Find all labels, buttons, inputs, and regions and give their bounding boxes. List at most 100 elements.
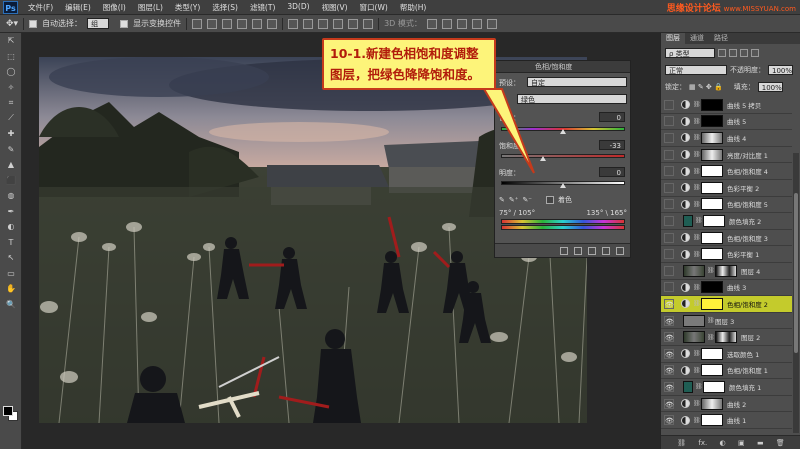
blend-mode-dropdown[interactable]: 正常 bbox=[665, 64, 727, 75]
tool-button[interactable]: ◍ bbox=[0, 188, 22, 204]
align-center-icon[interactable] bbox=[252, 18, 263, 29]
tool-button[interactable]: ◯ bbox=[0, 64, 22, 80]
tool-button[interactable]: ⬚ bbox=[0, 49, 22, 65]
auto-select-checkbox[interactable] bbox=[29, 19, 38, 28]
tool-button[interactable]: ▭ bbox=[0, 266, 22, 282]
layer-mask-thumbnail[interactable] bbox=[701, 98, 723, 111]
layer-name[interactable]: 选取颜色 1 bbox=[727, 349, 759, 359]
layer-name[interactable]: 曲线 4 bbox=[727, 133, 746, 143]
visibility-eye-icon[interactable] bbox=[664, 182, 674, 193]
menu-item[interactable]: 编辑(E) bbox=[59, 2, 97, 13]
preset-dropdown[interactable]: 自定 bbox=[527, 77, 627, 87]
eyedropper-plus-icon[interactable]: ✎⁺ bbox=[509, 196, 519, 204]
drag-3d-icon[interactable] bbox=[456, 18, 467, 29]
layer-row[interactable]: ⛓ 曲线 5 bbox=[661, 114, 792, 131]
opacity-field[interactable]: 100% bbox=[768, 64, 794, 75]
lightness-slider-thumb[interactable] bbox=[560, 183, 566, 188]
layer-mask-thumbnail[interactable] bbox=[703, 214, 725, 227]
visibility-eye-icon[interactable] bbox=[664, 116, 674, 127]
layer-mask-thumbnail[interactable] bbox=[701, 181, 723, 194]
tool-button[interactable]: ✎ bbox=[0, 142, 22, 158]
visibility-eye-icon[interactable] bbox=[664, 282, 674, 293]
layers-tab[interactable]: 通道 bbox=[685, 33, 709, 44]
layer-name[interactable]: 色彩平衡 1 bbox=[727, 249, 759, 259]
mask-link-icon[interactable]: ⛓ bbox=[693, 101, 701, 108]
mask-link-icon[interactable]: ⛓ bbox=[693, 118, 701, 125]
clip-to-layer-icon[interactable] bbox=[560, 246, 568, 255]
layer-row[interactable]: 👁 ⛓ 色相/饱和度 1 bbox=[661, 363, 792, 380]
visibility-eye-icon[interactable] bbox=[664, 215, 674, 226]
move-tool-icon[interactable]: ✥▾ bbox=[6, 19, 18, 29]
mask-link-icon[interactable]: ⛓ bbox=[693, 284, 701, 291]
colorize-checkbox[interactable] bbox=[546, 196, 554, 204]
mask-link-icon[interactable]: ⛓ bbox=[695, 217, 703, 224]
distribute-top-icon[interactable] bbox=[288, 18, 299, 29]
layer-name[interactable]: 曲线 5 bbox=[727, 116, 746, 126]
layer-row[interactable]: 👁 ⛓ 曲线 1 bbox=[661, 412, 792, 429]
layer-name[interactable]: 图层 3 bbox=[715, 316, 734, 326]
layers-tab[interactable]: 路径 bbox=[709, 33, 733, 44]
tool-button[interactable]: ✧ bbox=[0, 80, 22, 96]
range-bar-top[interactable] bbox=[501, 219, 625, 224]
tool-button[interactable]: ▲ bbox=[0, 157, 22, 173]
visibility-eye-icon[interactable] bbox=[664, 149, 674, 160]
delete-icon[interactable] bbox=[616, 246, 624, 255]
layer-row[interactable]: ⛓ 颜色填充 2 bbox=[661, 213, 792, 230]
filter-type-icon[interactable] bbox=[740, 48, 748, 57]
eyedropper-icon[interactable]: ✎ bbox=[499, 196, 505, 204]
layer-row[interactable]: ⛓ 曲线 5 拷贝 bbox=[661, 97, 792, 114]
filter-pixel-icon[interactable] bbox=[718, 48, 726, 57]
fill-field[interactable]: 100% bbox=[757, 81, 783, 92]
distribute-left-icon[interactable] bbox=[333, 18, 344, 29]
scale-3d-icon[interactable] bbox=[486, 18, 497, 29]
visibility-eye-icon[interactable] bbox=[664, 232, 674, 243]
layer-name[interactable]: 曲线 1 bbox=[727, 415, 746, 425]
layer-name[interactable]: 曲线 3 bbox=[727, 282, 746, 292]
layer-mask-thumbnail[interactable] bbox=[701, 198, 723, 211]
visibility-eye-icon[interactable] bbox=[664, 199, 674, 210]
layer-row[interactable]: ⛓ 图层 4 bbox=[661, 263, 792, 280]
layer-row[interactable]: ⛓ 曲线 3 bbox=[661, 280, 792, 297]
lightness-value[interactable]: 0 bbox=[599, 167, 625, 177]
mask-link-icon[interactable]: ⛓ bbox=[707, 267, 715, 274]
layers-footer-icon[interactable]: ⛓ bbox=[677, 439, 686, 447]
layer-mask-thumbnail[interactable] bbox=[701, 397, 723, 410]
tool-button[interactable]: ⇱ bbox=[0, 33, 22, 49]
mask-link-icon[interactable]: ⛓ bbox=[693, 417, 701, 424]
layer-row[interactable]: ⛓ 曲线 4 bbox=[661, 130, 792, 147]
layer-row[interactable]: 👁 ⛓ 图层 2 bbox=[661, 329, 792, 346]
layer-row[interactable]: 👁 ⛓ 图层 3 bbox=[661, 313, 792, 330]
layer-name[interactable]: 色彩平衡 2 bbox=[727, 183, 759, 193]
tool-button[interactable]: ◐ bbox=[0, 219, 22, 235]
layers-footer-icon[interactable]: 🗑 bbox=[776, 439, 785, 447]
layer-row[interactable]: ⛓ 色相/饱和度 5 bbox=[661, 197, 792, 214]
tool-button[interactable]: 🔍 bbox=[0, 297, 22, 313]
layer-mask-thumbnail[interactable] bbox=[701, 231, 723, 244]
eyedropper-minus-icon[interactable]: ✎⁻ bbox=[522, 196, 532, 204]
layers-footer-icon[interactable]: ▬ bbox=[757, 439, 764, 447]
show-transform-checkbox[interactable] bbox=[120, 19, 129, 28]
visibility-eye-icon[interactable]: 👁 bbox=[664, 415, 674, 426]
layer-name[interactable]: 色相/饱和度 5 bbox=[727, 199, 768, 209]
mask-link-icon[interactable]: ⛓ bbox=[693, 134, 701, 141]
menu-item[interactable]: 文件(F) bbox=[22, 2, 59, 13]
distribute-right-icon[interactable] bbox=[363, 18, 374, 29]
align-top-icon[interactable] bbox=[192, 18, 203, 29]
saturation-value[interactable]: -33 bbox=[599, 140, 625, 150]
layer-mask-thumbnail[interactable] bbox=[701, 115, 723, 128]
layer-kind-filter[interactable]: ρ 类型 bbox=[665, 47, 715, 58]
layers-footer-icon[interactable]: ▣ bbox=[738, 439, 745, 447]
hue-value[interactable]: 0 bbox=[599, 112, 625, 122]
visibility-eye-icon[interactable] bbox=[664, 265, 674, 276]
layer-mask-thumbnail[interactable] bbox=[715, 264, 737, 277]
toggle-visibility-icon[interactable] bbox=[602, 246, 610, 255]
align-right-icon[interactable] bbox=[267, 18, 278, 29]
layer-row[interactable]: ⛓ 色彩平衡 1 bbox=[661, 246, 792, 263]
menu-item[interactable]: 图层(L) bbox=[132, 2, 169, 13]
menu-item[interactable]: 图像(I) bbox=[97, 2, 132, 13]
layer-mask-thumbnail[interactable] bbox=[701, 364, 723, 377]
layer-mask-thumbnail[interactable] bbox=[701, 414, 723, 427]
layer-mask-thumbnail[interactable] bbox=[701, 297, 723, 310]
distribute-center-icon[interactable] bbox=[348, 18, 359, 29]
tool-button[interactable]: ✚ bbox=[0, 126, 22, 142]
